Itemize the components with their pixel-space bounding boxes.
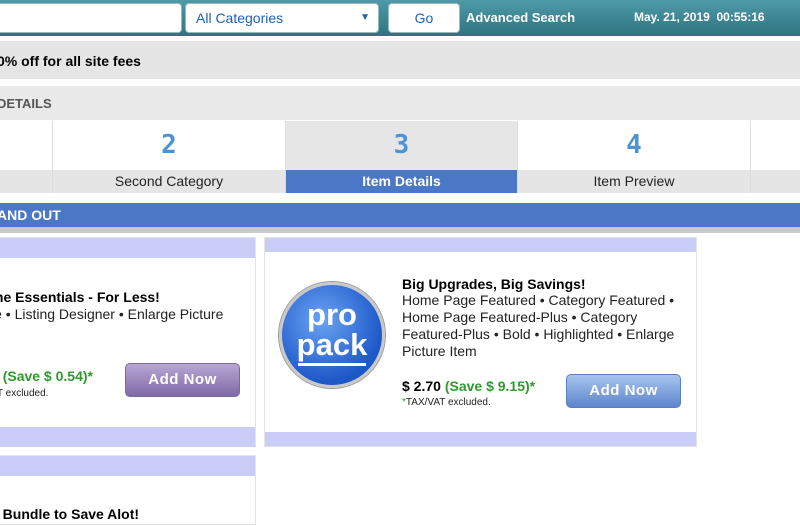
- step-tab-label: Item Details: [286, 170, 517, 193]
- pack-savings: (Save $ 9.15): [444, 378, 530, 394]
- step-tab-label: [0, 170, 52, 193]
- pack-features: Home Page Featured • Category Featured •…: [402, 292, 675, 359]
- go-button[interactable]: Go: [388, 3, 460, 33]
- chevron-down-icon: ▼: [360, 12, 370, 23]
- step-tab-first[interactable]: [0, 121, 53, 193]
- step-number-4-icon: 4: [626, 130, 642, 160]
- stand-out-bar: AND OUT: [0, 203, 800, 227]
- advanced-search-link[interactable]: Advanced Search: [466, 10, 575, 25]
- pack-price: $ 2.70 (Save $ 9.15)*: [402, 378, 535, 394]
- pack-savings: (Save $ 0.54): [2, 368, 88, 384]
- pack-savings-asterisk: *: [529, 378, 536, 394]
- step-tab-next[interactable]: [751, 121, 800, 193]
- propack-logo: pro pack: [279, 282, 385, 388]
- pack-features: le • Listing Designer • Enlarge Picture: [0, 306, 224, 322]
- card-top-strip: [0, 456, 255, 476]
- category-select-value: All Categories: [196, 10, 284, 26]
- step-number-3-icon: 3: [393, 130, 410, 160]
- pack-savings-asterisk: *: [87, 368, 93, 384]
- propack-logo-line2: pack: [296, 327, 368, 362]
- step-tab-label: Item Preview: [518, 170, 750, 193]
- step-tab-label: Second Category: [53, 170, 285, 193]
- stand-out-title: AND OUT: [0, 207, 61, 223]
- card-top-strip: [265, 238, 696, 252]
- promo-banner: 0% off for all site fees: [0, 41, 800, 79]
- top-bar: All Categories ▼ Go Advanced Search May.…: [0, 0, 800, 36]
- step-tabs: 2 Second Category 3 Item Details 4 Item …: [0, 121, 800, 193]
- step-number-2-icon: 2: [161, 130, 177, 160]
- step-tab-item-details[interactable]: 3 Item Details: [286, 121, 518, 193]
- step-tab-label: [751, 170, 800, 193]
- propack-logo-underline: [298, 363, 366, 366]
- pack-price: 5 (Save $ 0.54)*: [0, 368, 93, 384]
- step-tab-second-category[interactable]: 2 Second Category: [53, 121, 286, 193]
- pack-title: me Essentials - For Less!: [0, 289, 160, 305]
- category-select[interactable]: All Categories ▼: [185, 3, 379, 33]
- pack-card-bundle: e Bundle to Save Alot!: [0, 455, 256, 525]
- pack-price-value: $ 2.70: [402, 378, 441, 394]
- search-input[interactable]: [0, 3, 182, 33]
- step-tab-item-preview[interactable]: 4 Item Preview: [518, 121, 751, 193]
- add-now-button[interactable]: Add Now: [125, 363, 240, 397]
- section-title: DETAILS: [0, 96, 52, 111]
- pack-tax-note: *TAX/VAT excluded.: [402, 397, 491, 408]
- card-top-strip: [0, 238, 255, 258]
- pack-card-propack: pro pack Big Upgrades, Big Savings! Home…: [264, 237, 697, 447]
- card-bottom-strip: [0, 427, 255, 447]
- card-bottom-strip: [265, 432, 696, 446]
- tax-text: TAX/VAT excluded.: [405, 397, 491, 408]
- section-header: DETAILS: [0, 86, 800, 120]
- add-now-button[interactable]: Add Now: [566, 374, 681, 408]
- pack-card-essentials: me Essentials - For Less! le • Listing D…: [0, 237, 256, 447]
- pack-tax-note: AT excluded.: [0, 388, 49, 399]
- divider: [0, 227, 800, 233]
- pack-title: Big Upgrades, Big Savings!: [402, 276, 586, 292]
- current-datetime: May. 21, 2019 00:55:16: [634, 10, 765, 24]
- promo-text: 0% off for all site fees: [0, 53, 141, 69]
- pack-title: e Bundle to Save Alot!: [0, 506, 140, 522]
